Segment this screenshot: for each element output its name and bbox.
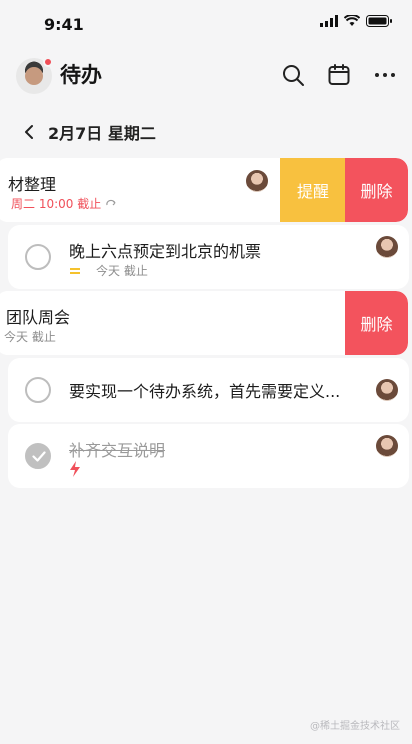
search-button[interactable] (280, 62, 306, 88)
header: 待办 (0, 50, 412, 102)
date-label: 2月7日 星期二 (48, 124, 156, 143)
calendar-button[interactable] (326, 62, 352, 88)
status-bar: 9:41 (0, 0, 412, 50)
more-button[interactable] (372, 62, 398, 88)
delete-button[interactable]: 删除 (345, 291, 408, 355)
task-checkbox-checked[interactable] (25, 443, 51, 469)
delete-button[interactable]: 删除 (345, 158, 408, 222)
assignee-avatar (246, 170, 268, 192)
task-card[interactable]: 补齐交互说明 (8, 424, 409, 488)
task-title: 补齐交互说明 (69, 441, 166, 460)
chevron-left-icon (25, 125, 33, 139)
task-meta: 今天 截止 (4, 328, 56, 345)
remind-button[interactable]: 提醒 (280, 158, 346, 222)
calendar-icon (328, 64, 350, 85)
task-checkbox[interactable] (25, 244, 51, 270)
repeat-icon (106, 199, 116, 205)
watermark: @稀土掘金技术社区 (310, 721, 400, 732)
task-checkbox[interactable] (25, 377, 51, 403)
back-button[interactable] (18, 121, 40, 143)
task-title: 要实现一个待办系统，首先需要定义... (69, 382, 341, 401)
search-icon (283, 65, 304, 86)
assignee-avatar (376, 435, 398, 457)
more-icon (375, 73, 395, 77)
status-time: 9:41 (44, 15, 84, 34)
status-icons (320, 15, 392, 27)
battery-icon (366, 15, 392, 27)
task-content[interactable]: 团队周会 今天 截止 (0, 291, 348, 355)
task-title: 团队周会 (6, 308, 71, 327)
task-card[interactable]: 材整理 周二 10:00 截止 提醒 删除 (0, 158, 408, 222)
task-deadline: 周二 10:00 截止 (11, 197, 102, 211)
task-meta: 今天 截止 (70, 262, 148, 279)
task-deadline: 今天 截止 (4, 330, 56, 344)
wifi-icon (344, 15, 360, 26)
task-meta: 周二 10:00 截止 (11, 195, 117, 212)
task-deadline: 今天 截止 (96, 264, 148, 278)
assignee-avatar (376, 236, 398, 258)
task-title: 材整理 (8, 175, 57, 194)
user-avatar[interactable] (16, 57, 53, 94)
task-title: 晚上六点预定到北京的机票 (69, 242, 262, 261)
assignee-avatar (376, 379, 398, 401)
cellular-signal-icon (320, 15, 338, 27)
notification-dot (43, 57, 53, 67)
priority-medium-icon (70, 267, 80, 274)
page-title: 待办 (60, 63, 102, 87)
header-actions (280, 62, 398, 88)
priority-high-icon (70, 461, 80, 477)
task-content[interactable]: 材整理 周二 10:00 截止 (0, 158, 284, 222)
task-card[interactable]: 团队周会 今天 截止 删除 (0, 291, 408, 355)
date-nav: 2月7日 星期二 (18, 118, 156, 146)
checkmark-icon (32, 451, 46, 462)
task-card[interactable]: 要实现一个待办系统，首先需要定义... (8, 358, 409, 422)
task-card[interactable]: 晚上六点预定到北京的机票 今天 截止 (8, 225, 409, 289)
